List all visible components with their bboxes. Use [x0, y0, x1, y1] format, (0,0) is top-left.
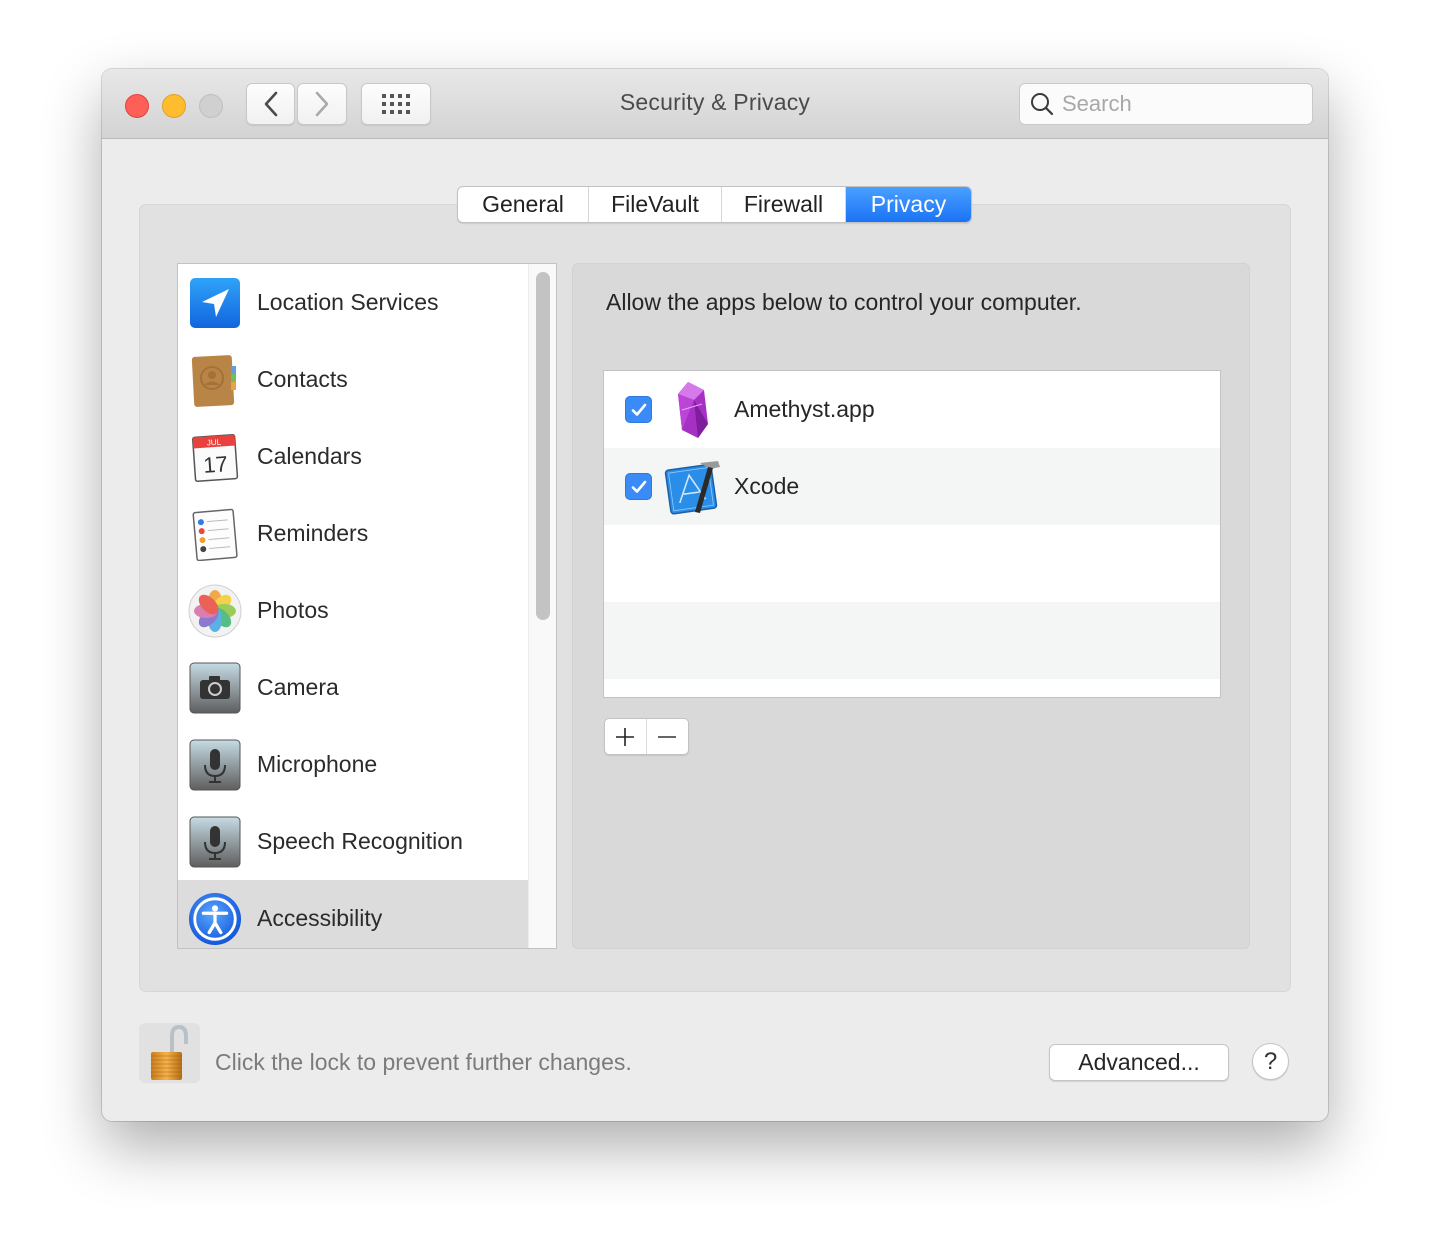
- sidebar-item-camera[interactable]: Camera: [178, 649, 529, 726]
- search-icon: [1031, 93, 1054, 116]
- help-button[interactable]: ?: [1252, 1043, 1289, 1080]
- add-remove-control: [604, 718, 689, 755]
- app-name: Amethyst.app: [734, 396, 875, 422]
- privacy-category-list: Location Services Contacts JUL 17 Calenda…: [177, 263, 557, 949]
- sidebar-item-label: Location Services: [257, 289, 439, 315]
- sidebar-item-calendars[interactable]: JUL 17 Calendars: [178, 418, 529, 495]
- sidebar-item-contacts[interactable]: Contacts: [178, 341, 529, 418]
- search-input[interactable]: [1062, 91, 1292, 117]
- sidebar-item-reminders[interactable]: Reminders: [178, 495, 529, 572]
- add-app-button[interactable]: [605, 719, 647, 754]
- reminders-list-icon: [188, 507, 242, 561]
- lock-status-text: Click the lock to prevent further change…: [215, 1049, 632, 1075]
- security-privacy-window: Security & Privacy General FileVault Fir…: [102, 69, 1328, 1121]
- sidebar-item-label: Speech Recognition: [257, 828, 463, 854]
- sidebar-item-label: Microphone: [257, 751, 378, 777]
- sidebar-scrollbar[interactable]: [528, 264, 556, 948]
- svg-text:JUL: JUL: [207, 437, 222, 447]
- app-row[interactable]: Amethyst.app: [604, 371, 1220, 448]
- location-arrow-icon: [188, 276, 242, 330]
- app-row[interactable]: Xcode: [604, 448, 1220, 525]
- checkmark-icon: [631, 403, 646, 416]
- xcode-hammer-icon: [664, 457, 724, 517]
- accessibility-icon: [188, 892, 242, 946]
- microphone-icon: [188, 738, 242, 792]
- sidebar-item-photos[interactable]: Photos: [178, 572, 529, 649]
- app-checkbox[interactable]: [625, 396, 652, 423]
- sidebar-item-label: Camera: [257, 674, 339, 700]
- camera-icon: [188, 661, 242, 715]
- minus-icon: [658, 735, 677, 738]
- sidebar-item-microphone[interactable]: Microphone: [178, 726, 529, 803]
- remove-app-button[interactable]: [647, 719, 689, 754]
- sidebar-scroll-thumb[interactable]: [536, 272, 550, 620]
- sidebar-item-speech-recognition[interactable]: Speech Recognition: [178, 803, 529, 880]
- panel-description: Allow the apps below to control your com…: [606, 289, 1082, 315]
- tab-filevault[interactable]: FileVault: [589, 187, 722, 222]
- empty-row: [604, 525, 1220, 602]
- accessibility-panel: Allow the apps below to control your com…: [572, 263, 1250, 949]
- calendar-icon: JUL 17: [188, 430, 242, 484]
- app-checkbox[interactable]: [625, 473, 652, 500]
- app-name: Xcode: [734, 473, 800, 499]
- unlocked-padlock-icon: [150, 1024, 188, 1080]
- sidebar-item-label: Accessibility: [257, 905, 383, 931]
- tab-bar: General FileVault Firewall Privacy: [457, 186, 972, 223]
- amethyst-crystal-icon: [664, 380, 724, 440]
- empty-row: [604, 602, 1220, 679]
- search-field[interactable]: [1019, 83, 1313, 125]
- photos-flower-icon: [188, 584, 242, 638]
- tab-general[interactable]: General: [458, 187, 589, 222]
- sidebar-item-label: Reminders: [257, 520, 369, 546]
- app-list: Amethyst.app Xcode: [603, 370, 1221, 698]
- plus-icon: [616, 727, 635, 746]
- empty-row: [604, 679, 1220, 697]
- sidebar-item-accessibility[interactable]: Accessibility: [178, 880, 529, 948]
- sidebar-item-label: Calendars: [257, 443, 362, 469]
- microphone-icon: [188, 815, 242, 869]
- checkmark-icon: [631, 480, 646, 493]
- title-bar: Security & Privacy: [102, 69, 1328, 139]
- contacts-book-icon: [188, 353, 242, 407]
- advanced-button[interactable]: Advanced...: [1049, 1044, 1229, 1081]
- sidebar-item-location-services[interactable]: Location Services: [178, 264, 529, 341]
- sidebar-item-label: Contacts: [257, 366, 348, 392]
- sidebar-item-label: Photos: [257, 597, 329, 623]
- lock-button[interactable]: [139, 1023, 200, 1083]
- tab-firewall[interactable]: Firewall: [722, 187, 846, 222]
- tab-privacy[interactable]: Privacy: [846, 187, 971, 222]
- svg-text:17: 17: [202, 451, 228, 478]
